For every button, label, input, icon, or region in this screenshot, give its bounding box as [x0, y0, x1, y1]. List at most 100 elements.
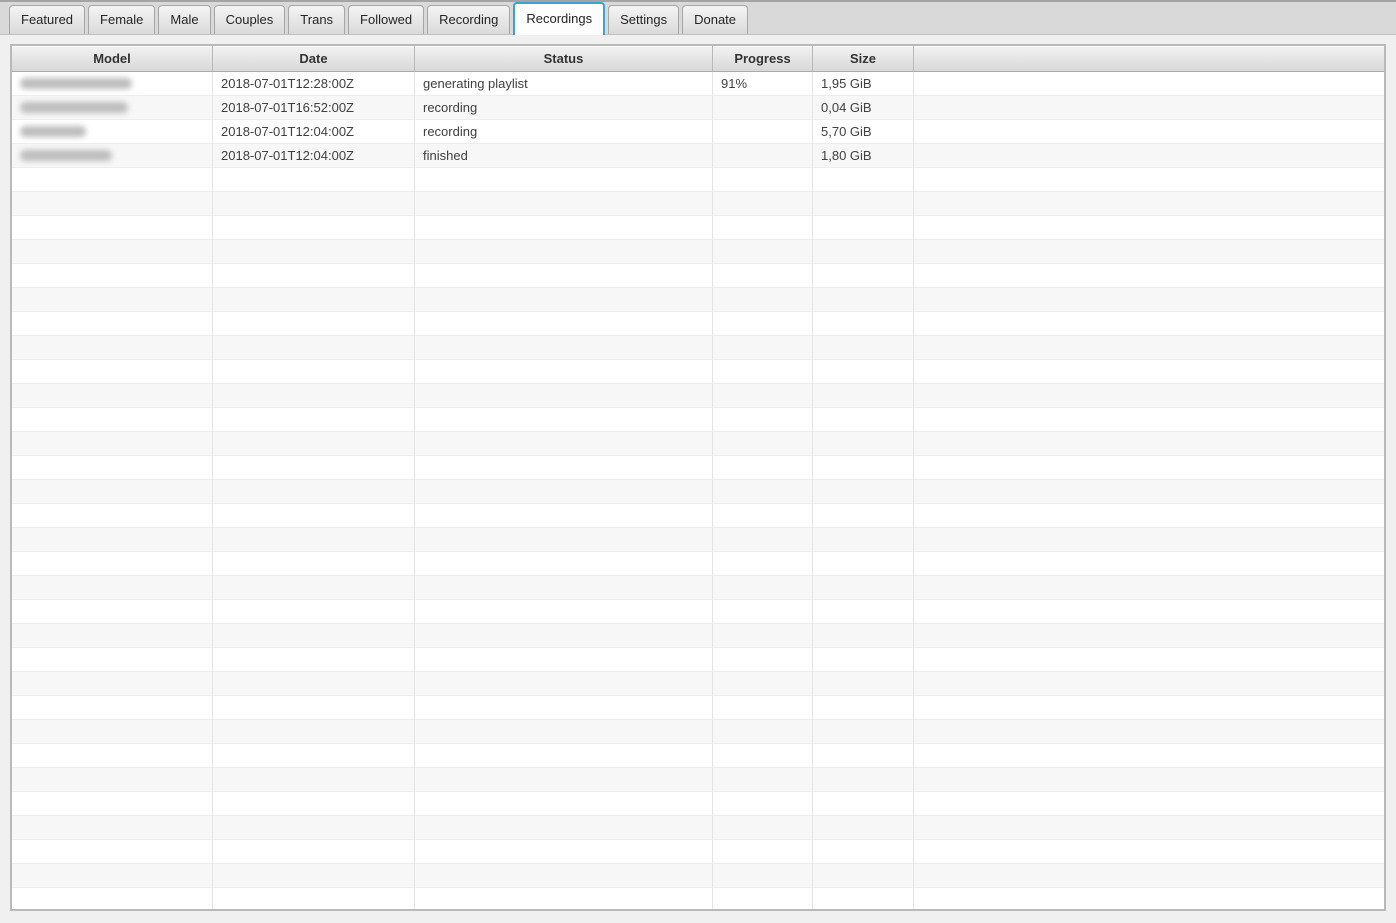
cell-status	[415, 576, 713, 600]
cell-filler	[914, 336, 1384, 360]
cell-filler	[914, 648, 1384, 672]
table-row[interactable]: 2018-07-01T16:52:00Zrecording0,04 GiB	[12, 96, 1384, 120]
cell-filler	[914, 864, 1384, 888]
redacted-model-name	[20, 102, 128, 113]
cell-size: 1,95 GiB	[813, 72, 914, 96]
cell-status	[415, 792, 713, 816]
cell-date: 2018-07-01T12:04:00Z	[213, 120, 415, 144]
cell-progress	[713, 456, 813, 480]
cell-size	[813, 816, 914, 840]
column-header-date[interactable]: Date	[213, 46, 415, 72]
cell-status	[415, 888, 713, 911]
cell-status	[415, 720, 713, 744]
tab-featured[interactable]: Featured	[9, 5, 85, 34]
cell-status	[415, 840, 713, 864]
table-row[interactable]: 2018-07-01T12:28:00Zgenerating playlist9…	[12, 72, 1384, 96]
table-empty-row	[12, 192, 1384, 216]
cell-filler	[914, 96, 1384, 120]
cell-size	[813, 840, 914, 864]
cell-progress	[713, 312, 813, 336]
cell-filler	[914, 528, 1384, 552]
cell-text-date: 2018-07-01T16:52:00Z	[221, 96, 354, 119]
cell-progress	[713, 336, 813, 360]
cell-model	[12, 72, 213, 96]
tab-settings[interactable]: Settings	[608, 5, 679, 34]
cell-model	[12, 480, 213, 504]
table-header: ModelDateStatusProgressSize	[12, 46, 1384, 72]
cell-status	[415, 480, 713, 504]
cell-progress	[713, 192, 813, 216]
column-header-size[interactable]: Size	[813, 46, 914, 72]
cell-model	[12, 648, 213, 672]
cell-size	[813, 648, 914, 672]
cell-status	[415, 624, 713, 648]
cell-filler	[914, 288, 1384, 312]
cell-model	[12, 768, 213, 792]
cell-model	[12, 576, 213, 600]
cell-model	[12, 240, 213, 264]
cell-status	[415, 192, 713, 216]
column-header-status[interactable]: Status	[415, 46, 713, 72]
tab-male[interactable]: Male	[158, 5, 210, 34]
cell-filler	[914, 672, 1384, 696]
tab-donate[interactable]: Donate	[682, 5, 748, 34]
cell-status	[415, 504, 713, 528]
cell-date	[213, 192, 415, 216]
table-empty-row	[12, 360, 1384, 384]
table-row[interactable]: 2018-07-01T12:04:00Zrecording5,70 GiB	[12, 120, 1384, 144]
table-empty-row	[12, 240, 1384, 264]
tab-female[interactable]: Female	[88, 5, 155, 34]
cell-filler	[914, 240, 1384, 264]
cell-status	[415, 264, 713, 288]
cell-status	[415, 168, 713, 192]
cell-size: 5,70 GiB	[813, 120, 914, 144]
cell-progress	[713, 504, 813, 528]
table-empty-row	[12, 384, 1384, 408]
cell-progress	[713, 696, 813, 720]
cell-date	[213, 408, 415, 432]
cell-model	[12, 744, 213, 768]
cell-filler	[914, 504, 1384, 528]
cell-date	[213, 264, 415, 288]
redacted-model-name	[20, 150, 112, 161]
cell-date	[213, 336, 415, 360]
cell-size	[813, 312, 914, 336]
cell-status	[415, 648, 713, 672]
cell-size	[813, 288, 914, 312]
table-empty-row	[12, 888, 1384, 911]
cell-status	[415, 672, 713, 696]
cell-model	[12, 288, 213, 312]
column-header-progress[interactable]: Progress	[713, 46, 813, 72]
cell-status	[415, 600, 713, 624]
tab-followed[interactable]: Followed	[348, 5, 424, 34]
recordings-table: ModelDateStatusProgressSize 2018-07-01T1…	[10, 44, 1386, 911]
cell-progress	[713, 432, 813, 456]
table-empty-row	[12, 816, 1384, 840]
cell-size	[813, 888, 914, 911]
cell-size	[813, 720, 914, 744]
tab-recording[interactable]: Recording	[427, 5, 510, 34]
cell-filler	[914, 792, 1384, 816]
cell-status	[415, 408, 713, 432]
cell-filler	[914, 696, 1384, 720]
tab-trans[interactable]: Trans	[288, 5, 345, 34]
table-empty-row	[12, 216, 1384, 240]
table-empty-row	[12, 552, 1384, 576]
table-row[interactable]: 2018-07-01T12:04:00Zfinished1,80 GiB	[12, 144, 1384, 168]
cell-date	[213, 216, 415, 240]
cell-filler	[914, 168, 1384, 192]
table-empty-row	[12, 600, 1384, 624]
cell-progress	[713, 288, 813, 312]
cell-model	[12, 216, 213, 240]
table-empty-row	[12, 672, 1384, 696]
cell-filler	[914, 816, 1384, 840]
cell-date	[213, 168, 415, 192]
cell-model	[12, 168, 213, 192]
tab-couples[interactable]: Couples	[214, 5, 286, 34]
cell-progress	[713, 600, 813, 624]
cell-size	[813, 192, 914, 216]
cell-filler	[914, 552, 1384, 576]
cell-filler	[914, 432, 1384, 456]
column-header-model[interactable]: Model	[12, 46, 213, 72]
tab-recordings[interactable]: Recordings	[513, 2, 605, 35]
